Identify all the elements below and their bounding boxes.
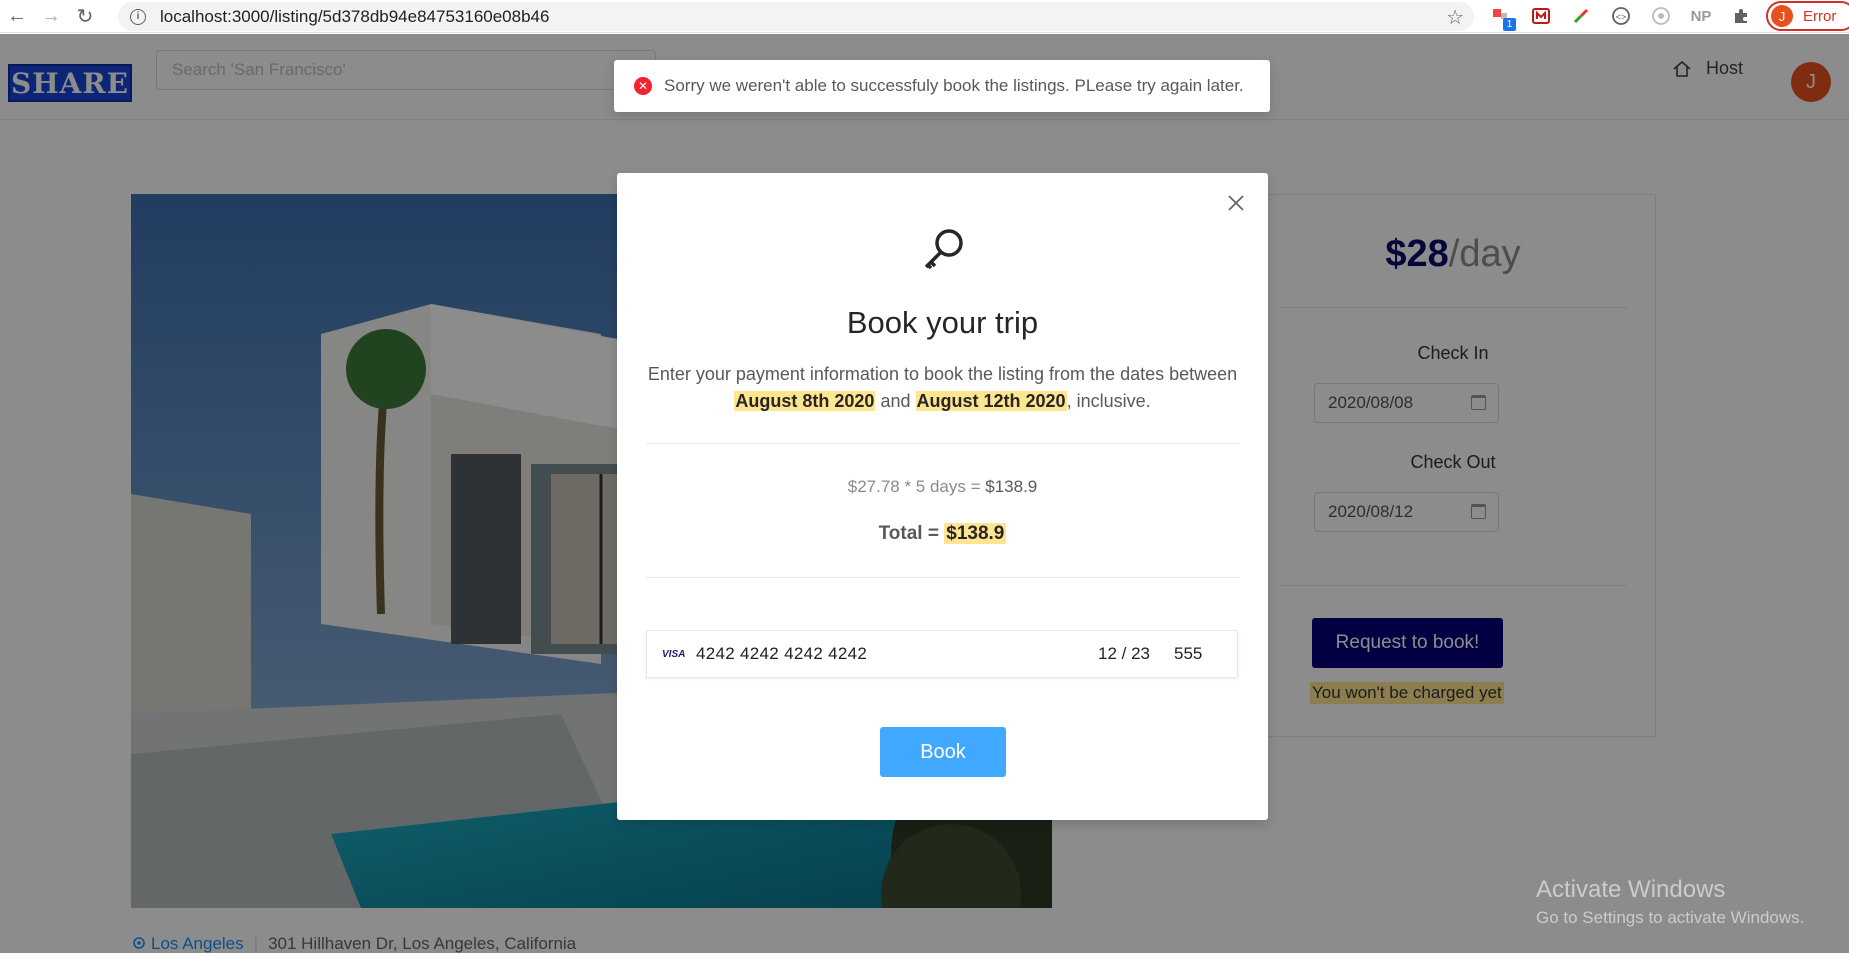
forward-arrow-icon[interactable]: →	[34, 0, 68, 33]
card-cvc-input[interactable]: 555	[1174, 644, 1202, 664]
devtools-extension-icon[interactable]: <>	[1608, 3, 1634, 29]
key-icon	[924, 229, 963, 270]
desc-and: and	[880, 391, 911, 411]
card-number-input[interactable]: 4242 4242 4242 4242	[696, 644, 867, 664]
close-icon[interactable]	[1226, 193, 1246, 213]
extension-puzzle-badge-icon[interactable]: 1	[1488, 3, 1516, 31]
total-line: Total = $138.9	[617, 523, 1268, 545]
start-date-highlight: August 8th 2020	[734, 391, 876, 411]
profile-chip[interactable]: J Error	[1766, 1, 1849, 31]
visa-card-icon: VISA	[662, 648, 686, 660]
mcafee-extension-icon[interactable]	[1528, 3, 1554, 29]
modal-description: Enter your payment information to book t…	[647, 361, 1238, 415]
profile-error-label: Error	[1803, 7, 1837, 25]
error-toast: ✕ Sorry we weren't able to successfuly b…	[614, 60, 1270, 112]
info-icon[interactable]: i	[130, 8, 146, 25]
bookmark-star-icon[interactable]: ☆	[1446, 5, 1464, 30]
calc-expression: $27.78 * 5 days =	[847, 477, 986, 496]
extensions-area: 1 <> NP	[1488, 3, 1754, 31]
svg-text:<>: <>	[1616, 12, 1627, 22]
desc-suffix: , inclusive.	[1066, 391, 1151, 411]
puzzle-extensions-icon[interactable]	[1728, 3, 1754, 29]
extension-badge: 1	[1503, 18, 1516, 31]
toast-message: Sorry we weren't able to successfuly boo…	[664, 76, 1244, 95]
price-calculation: $27.78 * 5 days = $138.9	[617, 477, 1268, 497]
color-picker-extension-icon[interactable]	[1568, 3, 1594, 29]
watermark-subtitle: Go to Settings to activate Windows.	[1536, 908, 1805, 927]
watermark-title: Activate Windows	[1536, 876, 1726, 903]
address-bar[interactable]: i localhost:3000/listing/5d378db94e84753…	[118, 2, 1474, 31]
back-arrow-icon[interactable]: ←	[0, 0, 34, 33]
total-label: Total =	[878, 523, 945, 544]
modal-divider	[646, 577, 1239, 578]
reload-icon[interactable]: ↻	[68, 0, 102, 33]
np-extension-icon[interactable]: NP	[1688, 3, 1714, 29]
end-date-highlight: August 12th 2020	[915, 391, 1067, 411]
desc-prefix: Enter your payment information to book t…	[647, 364, 1238, 384]
total-value: $138.9	[944, 523, 1007, 544]
modal-title: Book your trip	[846, 305, 1039, 340]
modal-divider	[646, 443, 1239, 444]
book-button[interactable]: Book	[880, 727, 1006, 777]
error-icon: ✕	[634, 77, 652, 95]
url-text[interactable]: localhost:3000/listing/5d378db94e8475316…	[160, 7, 549, 27]
calc-result: $138.9	[985, 477, 1038, 496]
activate-windows-watermark: Activate Windows Go to Settings to activ…	[1536, 876, 1804, 928]
browser-toolbar: ← → ↻ i localhost:3000/listing/5d378db94…	[0, 0, 1849, 33]
card-expiry-input[interactable]: 12 / 23	[1098, 644, 1150, 664]
card-input[interactable]: VISA 4242 4242 4242 4242 12 / 23 555	[646, 630, 1238, 678]
profile-avatar: J	[1771, 5, 1793, 27]
booking-modal: Book your trip Enter your payment inform…	[617, 173, 1268, 820]
camera-extension-icon[interactable]	[1648, 3, 1674, 29]
